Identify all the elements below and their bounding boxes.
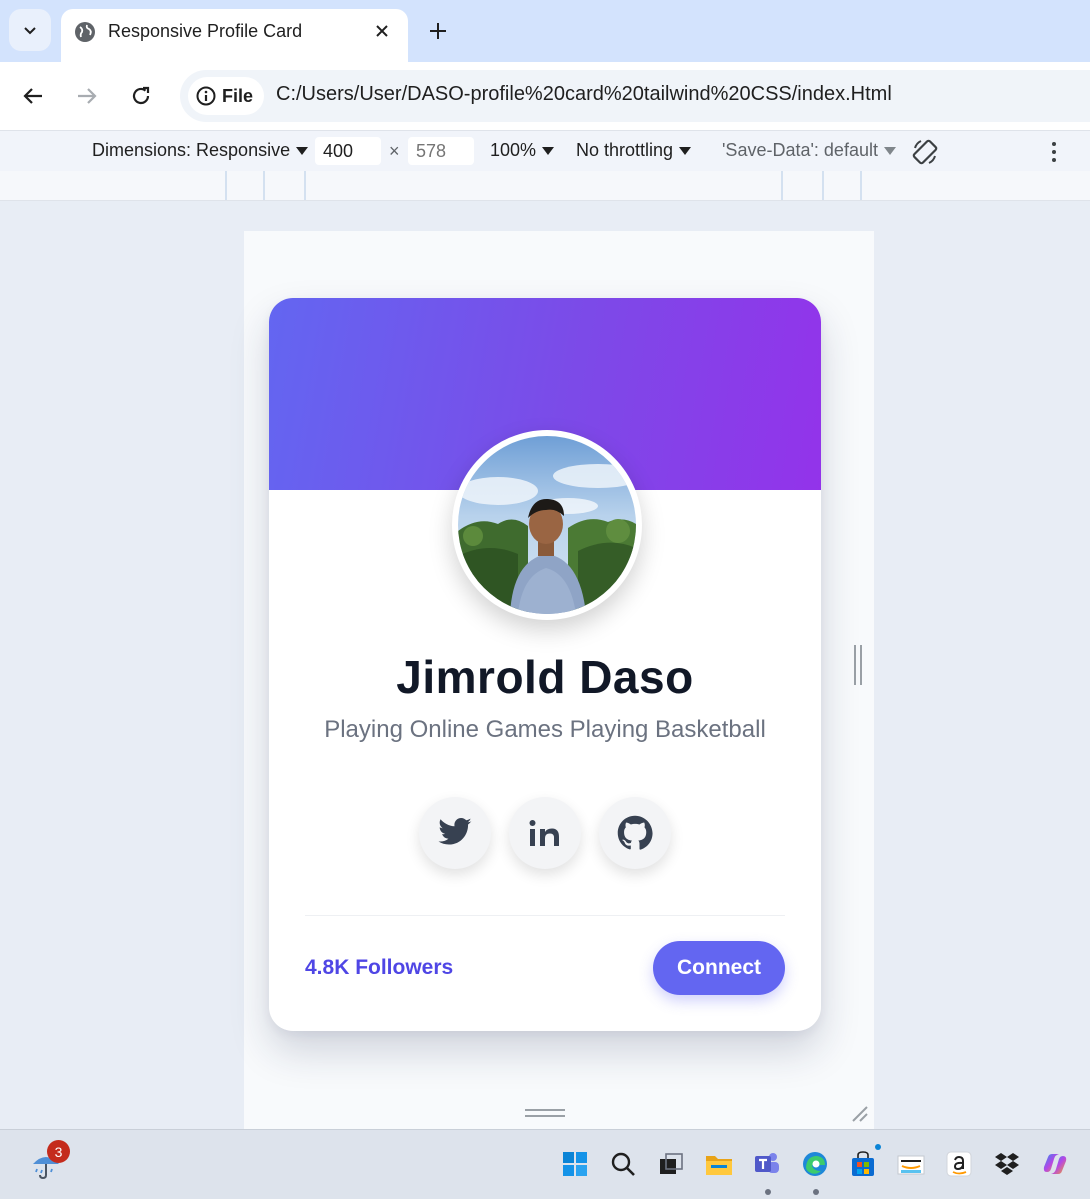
dimensions-dropdown[interactable]: Dimensions: Responsive: [92, 140, 309, 161]
caret-down-icon: [542, 146, 555, 155]
store-button[interactable]: [847, 1144, 881, 1180]
task-view-button[interactable]: [655, 1148, 687, 1180]
store-icon: [852, 1151, 874, 1176]
tab-title: Responsive Profile Card: [108, 21, 303, 41]
amazon-shopping-button[interactable]: [943, 1148, 975, 1180]
caret-down-icon: [883, 146, 896, 155]
reload-icon: [132, 86, 150, 105]
task-view-icon: [660, 1153, 683, 1174]
globe-icon: [75, 22, 95, 42]
reload-button[interactable]: [124, 79, 158, 113]
throttling-dropdown[interactable]: No throttling: [576, 140, 692, 161]
twitter-link[interactable]: [419, 797, 491, 869]
search-icon: [611, 1152, 635, 1176]
save-data-dropdown[interactable]: 'Save-Data': default: [722, 140, 896, 161]
dimension-separator: ×: [389, 141, 400, 161]
more-options-button[interactable]: [1044, 139, 1064, 165]
viewport-resize-handle-bottom[interactable]: [525, 1109, 565, 1119]
chevron-down-icon: [24, 27, 36, 35]
amazon-app-button[interactable]: [895, 1148, 927, 1180]
device-toolbar: Dimensions: Responsive 100% No throttlin…: [0, 130, 1090, 171]
site-info-chip[interactable]: File: [188, 77, 264, 115]
profile-name: Jimrold Daso: [396, 651, 694, 703]
address-bar[interactable]: File C:/Users/User/DASO-profile%20card%2…: [180, 70, 1090, 122]
twitter-icon: [438, 818, 472, 845]
media-query-marker[interactable]: [304, 171, 306, 200]
plus-icon: [430, 23, 446, 39]
save-data-label: 'Save-Data': default: [722, 140, 878, 160]
info-icon: [196, 86, 216, 106]
edge-button[interactable]: [799, 1148, 831, 1180]
edge-icon: [803, 1152, 827, 1176]
media-query-marker[interactable]: [781, 171, 783, 200]
weather-badge: 3: [47, 1140, 70, 1163]
media-query-marker[interactable]: [822, 171, 824, 200]
linkedin-link[interactable]: [509, 797, 581, 869]
back-button[interactable]: [16, 79, 50, 113]
file-explorer-button[interactable]: [703, 1148, 735, 1180]
running-indicator: [813, 1189, 819, 1195]
teams-icon: [755, 1153, 779, 1173]
followers-count: 4.8K Followers: [305, 956, 454, 979]
caret-down-icon: [679, 146, 692, 155]
zoom-dropdown[interactable]: 100%: [490, 140, 555, 161]
media-query-ruler: [0, 171, 1090, 201]
arrow-left-icon: [23, 88, 42, 104]
arrow-right-icon: [78, 88, 97, 104]
site-info-label: File: [222, 85, 254, 106]
connect-button[interactable]: Connect: [653, 941, 785, 995]
resize-corner-icon[interactable]: [849, 1103, 869, 1123]
start-button[interactable]: [559, 1148, 591, 1180]
tab-strip: Responsive Profile Card: [0, 0, 1090, 62]
width-input[interactable]: [315, 137, 381, 165]
viewport-resize-handle-right[interactable]: [853, 645, 863, 685]
height-input[interactable]: [408, 137, 474, 165]
windows-icon: [563, 1152, 587, 1176]
throttling-label: No throttling: [576, 140, 674, 160]
media-query-marker[interactable]: [225, 171, 227, 200]
search-button[interactable]: [607, 1148, 639, 1180]
new-tab-button[interactable]: [422, 15, 454, 47]
close-tab-button[interactable]: [370, 19, 394, 43]
media-query-marker[interactable]: [263, 171, 265, 200]
close-icon: [376, 25, 388, 37]
browser-toolbar: File C:/Users/User/DASO-profile%20card%2…: [0, 62, 1090, 130]
teams-button[interactable]: [751, 1148, 783, 1180]
card-divider: [305, 915, 785, 916]
caret-down-icon: [296, 146, 309, 155]
zoom-label: 100%: [490, 140, 537, 160]
profile-photo: [458, 436, 636, 614]
dimensions-label: Dimensions: Responsive: [92, 140, 291, 160]
tab-search-button[interactable]: [9, 9, 51, 51]
running-indicator: [765, 1189, 771, 1195]
profile-card: Jimrold Daso Playing Online Games Playin…: [269, 298, 821, 1031]
taskbar: 3: [0, 1129, 1090, 1199]
dropbox-button[interactable]: [991, 1148, 1023, 1180]
amazon-icon: [897, 1155, 925, 1175]
linkedin-icon: [529, 820, 559, 846]
browser-tab[interactable]: Responsive Profile Card: [61, 9, 408, 62]
notification-dot: [875, 1144, 881, 1150]
profile-bio: Playing Online Games Playing Basketball: [324, 716, 766, 743]
avatar: [452, 430, 642, 620]
amazon-a-icon: [946, 1151, 972, 1177]
copilot-button[interactable]: [1039, 1148, 1071, 1180]
forward-button[interactable]: [70, 79, 104, 113]
github-link[interactable]: [599, 797, 671, 869]
copilot-icon: [1043, 1154, 1067, 1174]
url-text[interactable]: C:/Users/User/DASO-profile%20card%20tail…: [276, 83, 892, 106]
folder-icon: [706, 1156, 732, 1175]
rotate-icon[interactable]: [911, 138, 939, 166]
dropbox-icon: [995, 1153, 1019, 1175]
github-icon: [617, 815, 653, 850]
media-query-marker[interactable]: [860, 171, 862, 200]
